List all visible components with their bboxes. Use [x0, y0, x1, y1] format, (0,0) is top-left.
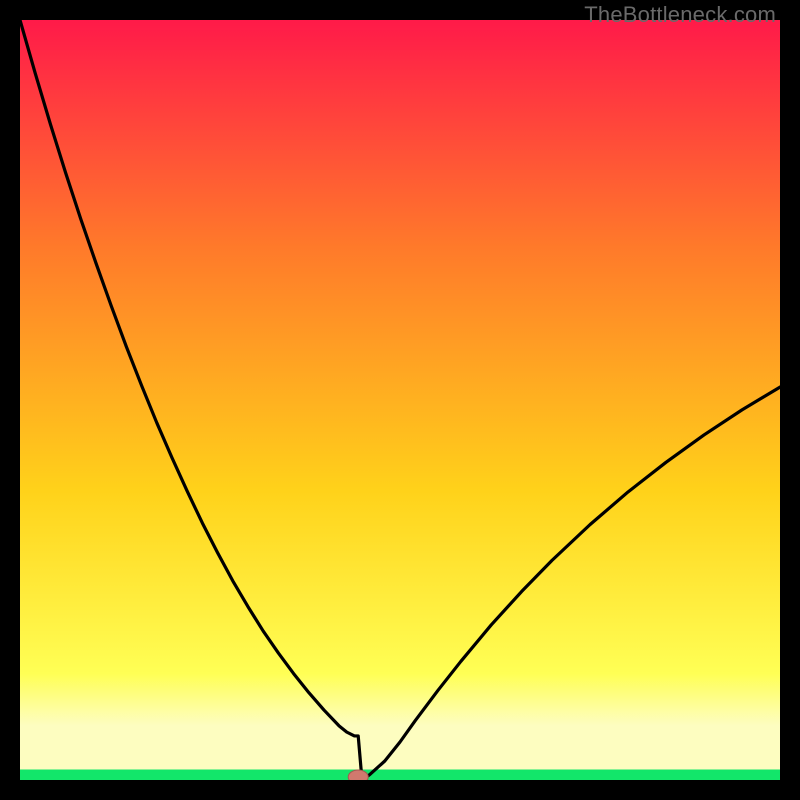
bottleneck-plot — [20, 20, 780, 780]
plot-background — [20, 20, 780, 780]
optimal-point-marker — [348, 770, 368, 780]
watermark-text: TheBottleneck.com — [584, 2, 776, 28]
chart-frame — [20, 20, 780, 780]
